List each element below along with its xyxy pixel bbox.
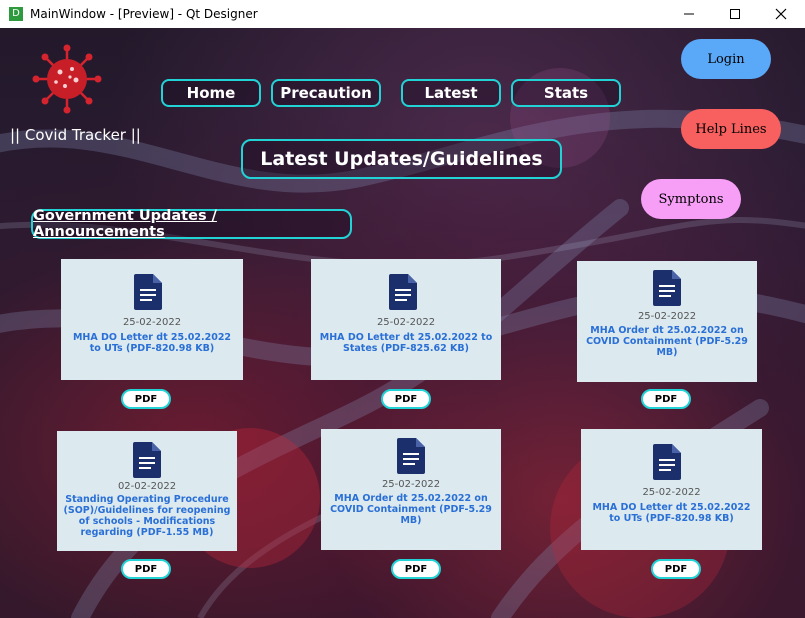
pdf-button[interactable]: PDF (651, 559, 701, 579)
card-date: 02-02-2022 (117, 481, 177, 492)
app-canvas: || Covid Tracker || Home Precaution Late… (0, 28, 805, 618)
document-icon (133, 442, 161, 478)
page-heading: Latest Updates/Guidelines (241, 139, 562, 179)
close-button[interactable] (758, 0, 804, 28)
card-date: 25-02-2022 (642, 487, 701, 498)
update-card: 02-02-2022 Standing Operating Procedure … (57, 431, 237, 551)
card-date: 25-02-2022 (376, 317, 436, 328)
login-button[interactable]: Login (681, 39, 771, 79)
card-date: 25-02-2022 (637, 311, 697, 322)
update-card: 25-02-2022 MHA DO Letter dt 25.02.2022 t… (581, 429, 762, 550)
document-icon (653, 270, 681, 306)
update-card: 25-02-2022 MHA DO Letter dt 25.02.2022 t… (61, 259, 243, 380)
nav-precaution-button[interactable]: Precaution (271, 79, 381, 107)
symptoms-button[interactable]: Symptons (641, 179, 741, 219)
virus-logo-icon (32, 44, 102, 114)
card-title-link[interactable]: MHA DO Letter dt 25.02.2022 to States (P… (317, 332, 495, 354)
nav-home-button[interactable]: Home (161, 79, 261, 107)
update-card: 25-02-2022 MHA Order dt 25.02.2022 on CO… (321, 429, 501, 550)
app-brand-label: || Covid Tracker || (10, 126, 141, 144)
close-icon (775, 8, 787, 20)
main-window: D MainWindow - [Preview] - Qt Designer |… (0, 0, 805, 618)
card-title-link[interactable]: MHA DO Letter dt 25.02.2022 to UTs (PDF-… (67, 332, 237, 354)
pdf-button[interactable]: PDF (391, 559, 441, 579)
card-date: 25-02-2022 (381, 479, 441, 490)
document-icon (389, 274, 417, 310)
qt-designer-icon: D (9, 7, 23, 21)
document-icon (134, 274, 162, 310)
card-title-link[interactable]: MHA Order dt 25.02.2022 on COVID Contain… (327, 493, 495, 526)
title-bar: D MainWindow - [Preview] - Qt Designer (0, 0, 805, 28)
card-title-link[interactable]: MHA DO Letter dt 25.02.2022 to UTs (PDF-… (587, 502, 756, 524)
card-title-link[interactable]: Standing Operating Procedure (SOP)/Guide… (63, 494, 231, 538)
maximize-button[interactable] (712, 0, 758, 28)
maximize-icon (730, 9, 740, 19)
card-title-link[interactable]: MHA Order dt 25.02.2022 on COVID Contain… (583, 325, 751, 358)
pdf-button[interactable]: PDF (641, 389, 691, 409)
update-card: 25-02-2022 MHA DO Letter dt 25.02.2022 t… (311, 259, 501, 380)
minimize-button[interactable] (666, 0, 712, 28)
document-icon (397, 438, 425, 474)
nav-stats-button[interactable]: Stats (511, 79, 621, 107)
helplines-button[interactable]: Help Lines (681, 109, 781, 149)
pdf-button[interactable]: PDF (381, 389, 431, 409)
section-heading: Government Updates / Announcements (31, 208, 352, 240)
pdf-button[interactable]: PDF (121, 559, 171, 579)
card-date: 25-02-2022 (122, 317, 182, 328)
document-icon (653, 444, 681, 480)
minimize-icon (684, 13, 694, 15)
update-card: 25-02-2022 MHA Order dt 25.02.2022 on CO… (577, 261, 757, 382)
window-title: MainWindow - [Preview] - Qt Designer (30, 7, 258, 21)
nav-latest-button[interactable]: Latest (401, 79, 501, 107)
pdf-button[interactable]: PDF (121, 389, 171, 409)
